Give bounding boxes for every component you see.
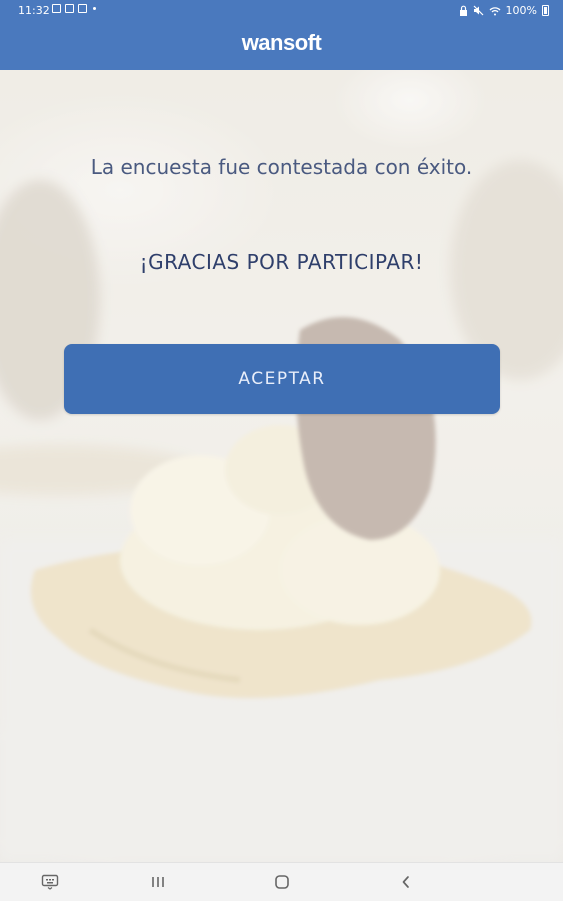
back-icon	[402, 876, 409, 888]
lock-icon	[459, 5, 467, 16]
status-time: 11:32	[18, 4, 50, 17]
accept-button[interactable]: ACEPTAR	[64, 344, 500, 414]
back-button[interactable]	[392, 863, 420, 901]
gallery-notification-icon	[52, 4, 61, 13]
home-icon	[275, 875, 289, 889]
white-overlay	[0, 70, 563, 862]
app-header-bar: 11:32 100% wansoft	[0, 0, 563, 70]
wifi-icon	[489, 6, 501, 15]
thanks-heading: ¡GRACIAS POR PARTICIPAR!	[139, 250, 424, 274]
more-notifications-icon	[93, 7, 96, 10]
app-notification-icon	[65, 4, 74, 13]
home-button[interactable]	[268, 863, 296, 901]
success-message: La encuesta fue contestada con éxito.	[90, 155, 473, 179]
system-nav-bar	[0, 862, 563, 901]
recents-button[interactable]	[144, 863, 172, 901]
status-bar: 11:32 100%	[0, 0, 563, 22]
background-photo	[0, 70, 563, 862]
app-logo: wansoft	[241, 30, 322, 55]
status-right: 100%	[459, 4, 549, 17]
mute-icon	[473, 5, 483, 16]
keyboard-icon	[41, 874, 59, 890]
recents-icon	[152, 877, 164, 887]
battery-icon	[542, 5, 549, 16]
keyboard-switch-button[interactable]	[36, 863, 64, 901]
video-notification-icon	[78, 4, 87, 13]
battery-percent: 100%	[505, 4, 537, 17]
notification-icons	[52, 4, 96, 13]
